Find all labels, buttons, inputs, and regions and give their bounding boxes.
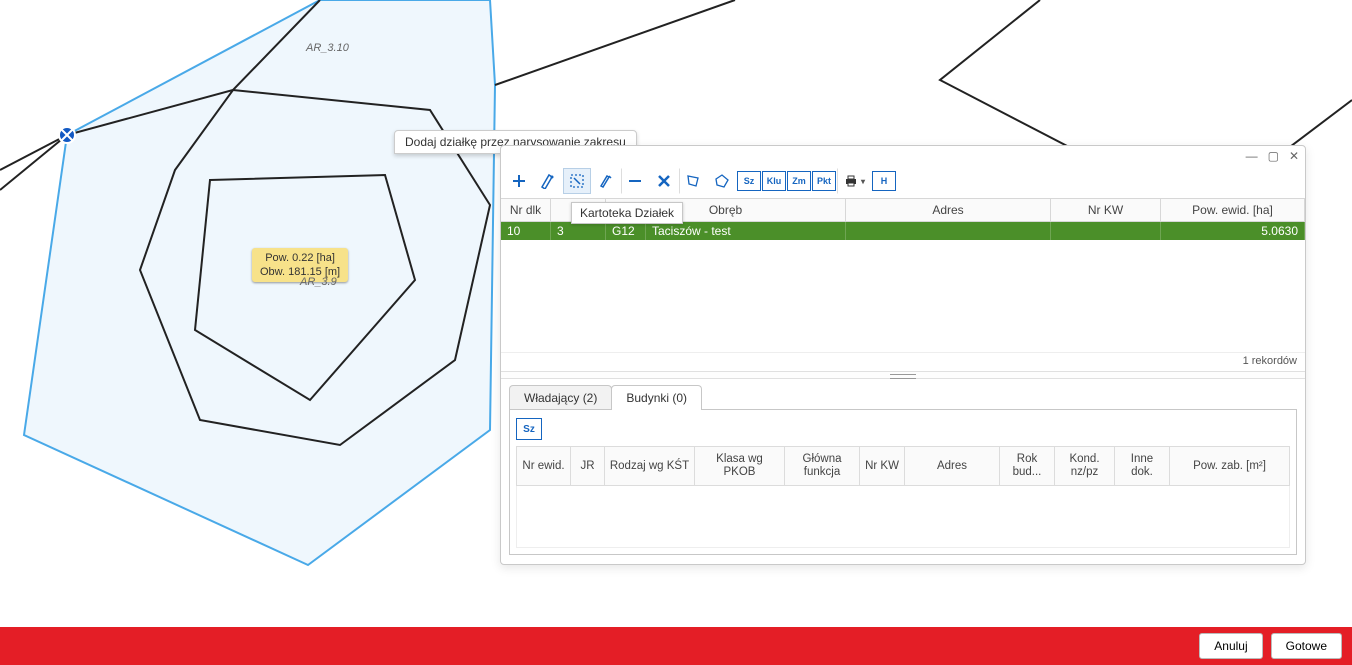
map-edge	[495, 0, 735, 85]
col2-funkcja[interactable]: Główna funkcja	[785, 446, 860, 486]
ok-button[interactable]: Gotowe	[1271, 633, 1342, 659]
buildings-grid-body[interactable]	[516, 486, 1290, 548]
col2-kond[interactable]: Kond. nz/pz	[1055, 446, 1115, 486]
col-pow[interactable]: Pow. ewid. [ha]	[1161, 199, 1305, 222]
parcel-label-upper: AR_3.10	[306, 42, 349, 54]
col2-jr[interactable]: JR	[571, 446, 605, 486]
cell-nr-kw	[1051, 222, 1161, 240]
details-sz-button[interactable]: Sz	[737, 171, 761, 191]
buildings-toolbar: Sz	[516, 416, 1290, 446]
dialog-toolbar: Sz Klu Zm Pkt ▾ H Kartoteka Działek	[501, 166, 1305, 198]
table-row[interactable]: 10 3 G12 Taciszów - test 5.0630	[501, 222, 1305, 240]
cell-obreb: Taciszów - test	[646, 222, 846, 240]
col2-rok[interactable]: Rok bud...	[1000, 446, 1055, 486]
col2-adres[interactable]: Adres	[905, 446, 1000, 486]
add-button[interactable]	[505, 168, 533, 194]
col2-pow[interactable]: Pow. zab. [m²]	[1170, 446, 1290, 486]
cell-adres	[846, 222, 1051, 240]
map-edge	[0, 135, 67, 170]
close-icon[interactable]: ✕	[1289, 150, 1299, 162]
minimize-icon[interactable]: —	[1246, 150, 1258, 162]
zm-button[interactable]: Zm	[787, 171, 811, 191]
map-edge	[0, 135, 67, 190]
col-adres[interactable]: Adres	[846, 199, 1051, 222]
add-by-draw-button[interactable]	[563, 168, 591, 194]
bottom-bar: Anuluj Gotowe	[0, 627, 1352, 665]
col2-rodzaj[interactable]: Rodzaj wg KŚT	[605, 446, 695, 486]
cell-a: 3	[551, 222, 606, 240]
select-poly-button[interactable]	[679, 168, 707, 194]
select-poly2-button[interactable]	[708, 168, 736, 194]
building-details-button[interactable]: Sz	[516, 418, 542, 440]
parcel-label-lower: AR_3.9	[300, 276, 337, 288]
cancel-button[interactable]: Anuluj	[1199, 633, 1262, 659]
grid-footer: 1 rekordów	[501, 352, 1305, 371]
col2-nrkw[interactable]: Nr KW	[860, 446, 905, 486]
buildings-grid-header: Nr ewid. JR Rodzaj wg KŚT Klasa wg PKOB …	[516, 446, 1290, 486]
clear-button[interactable]	[650, 168, 678, 194]
measure-area: Pow. 0.22 [ha]	[260, 251, 340, 265]
grid-body[interactable]: 10 3 G12 Taciszów - test 5.0630	[501, 222, 1305, 352]
dialog-titlebar[interactable]: — ▢ ✕	[501, 146, 1305, 166]
toolbar-tooltip: Kartoteka Działek	[571, 202, 683, 224]
pick-button[interactable]	[592, 168, 620, 194]
col2-klasa[interactable]: Klasa wg PKOB	[695, 446, 785, 486]
remove-button[interactable]	[621, 168, 649, 194]
tab-panel-buildings: Sz Nr ewid. JR Rodzaj wg KŚT Klasa wg PK…	[509, 409, 1297, 555]
maximize-icon[interactable]: ▢	[1268, 150, 1279, 162]
col2-inne[interactable]: Inne dok.	[1115, 446, 1170, 486]
tab-buildings[interactable]: Budynki (0)	[611, 385, 702, 410]
cell-nr-dlk: 10	[501, 222, 551, 240]
cell-pow: 5.0630	[1161, 222, 1305, 240]
history-button[interactable]: H	[872, 171, 896, 191]
klu-button[interactable]: Klu	[762, 171, 786, 191]
col2-nr-ewid[interactable]: Nr ewid.	[516, 446, 571, 486]
tab-owners[interactable]: Władający (2)	[509, 385, 612, 410]
col-nr-kw[interactable]: Nr KW	[1051, 199, 1161, 222]
add-point-button[interactable]	[534, 168, 562, 194]
cell-code: G12	[606, 222, 646, 240]
splitter-icon[interactable]	[501, 371, 1305, 379]
detail-tabs: Władający (2) Budynki (0)	[501, 379, 1305, 410]
selected-parcel-shape	[24, 0, 495, 565]
print-button[interactable]: ▾	[837, 168, 871, 194]
col-nr-dlk[interactable]: Nr dlk	[501, 199, 551, 222]
parcels-dialog: — ▢ ✕ Sz Klu Zm Pkt	[500, 145, 1306, 565]
pkt-button[interactable]: Pkt	[812, 171, 836, 191]
